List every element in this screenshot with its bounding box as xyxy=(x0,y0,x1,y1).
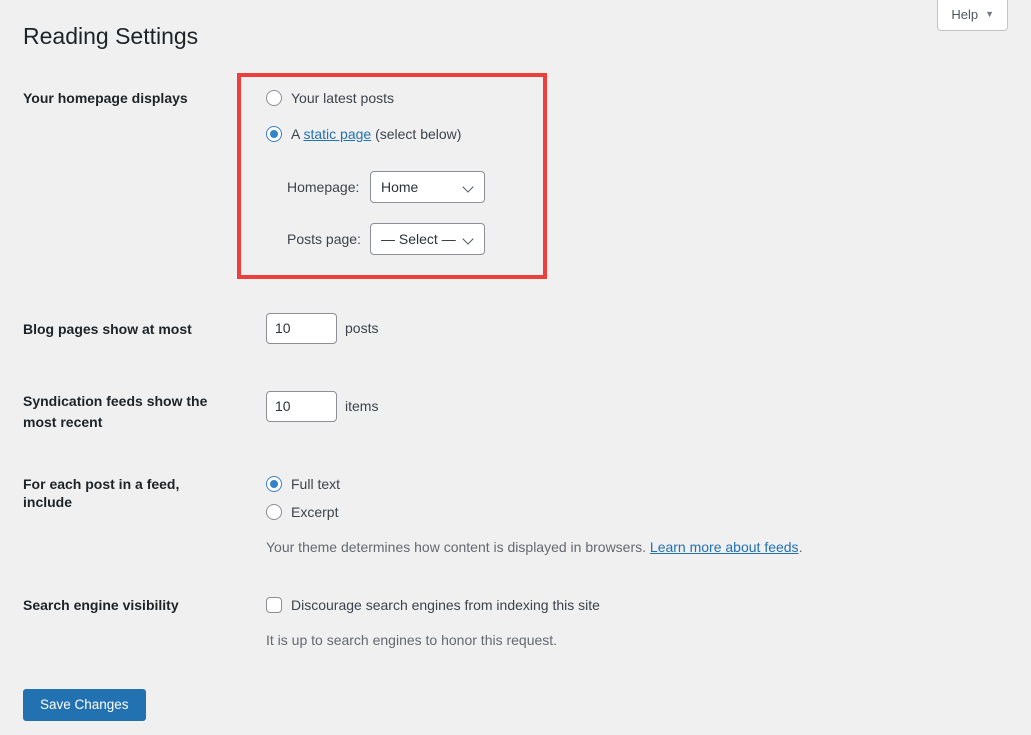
discourage-indexing-label[interactable]: Discourage search engines from indexing … xyxy=(291,596,600,614)
feed-description-text: Your theme determines how content is dis… xyxy=(266,539,650,555)
posts-page-select-row: Posts page: — Select — xyxy=(266,223,1008,255)
reading-settings-page: Help ▼ Reading Settings Your homepage di… xyxy=(0,0,1031,735)
discourage-indexing-option[interactable]: Discourage search engines from indexing … xyxy=(266,596,1008,614)
row-feed-content: For each post in a feed, include Full te… xyxy=(23,475,1008,556)
static-page-radio[interactable] xyxy=(266,126,282,142)
syndication-unit: items xyxy=(345,398,378,414)
excerpt-option-label[interactable]: Excerpt xyxy=(291,503,338,521)
save-changes-button[interactable]: Save Changes xyxy=(23,689,146,721)
page-title: Reading Settings xyxy=(23,22,1031,52)
feed-content-label: For each post in a feed, include xyxy=(23,475,228,511)
latest-posts-radio[interactable] xyxy=(266,90,282,106)
learn-more-feeds-link[interactable]: Learn more about feeds xyxy=(650,539,799,555)
search-visibility-fieldset: Discourage search engines from indexing … xyxy=(266,596,1008,649)
row-blog-pages: Blog pages show at most posts xyxy=(23,313,1008,344)
blog-pages-field: posts xyxy=(266,313,1008,344)
homepage-displays-label: Your homepage displays xyxy=(23,89,228,107)
excerpt-option[interactable]: Excerpt xyxy=(266,503,1008,521)
homepage-select-value: Home xyxy=(381,179,418,195)
homepage-select-label: Homepage: xyxy=(287,179,363,195)
syndication-label: Syndication feeds show the most recent xyxy=(23,391,228,433)
homepage-select[interactable]: Home xyxy=(370,171,485,203)
syndication-input[interactable] xyxy=(266,391,337,422)
static-page-link[interactable]: static page xyxy=(303,126,371,142)
latest-posts-option[interactable]: Your latest posts xyxy=(266,89,1008,107)
chevron-down-icon xyxy=(462,181,473,192)
static-page-option-label[interactable]: A static page (select below) xyxy=(291,125,461,143)
full-text-option[interactable]: Full text xyxy=(266,475,1008,493)
blog-pages-input[interactable] xyxy=(266,313,337,344)
row-search-visibility: Search engine visibility Discourage sear… xyxy=(23,596,1008,649)
feed-content-fieldset: Full text Excerpt Your theme determines … xyxy=(266,475,1008,556)
search-visibility-label: Search engine visibility xyxy=(23,596,228,614)
feed-description-period: . xyxy=(799,539,803,555)
search-visibility-description: It is up to search engines to honor this… xyxy=(266,631,1008,649)
settings-form: Your homepage displays Your latest posts… xyxy=(23,89,1008,649)
full-text-radio[interactable] xyxy=(266,476,282,492)
blog-pages-unit: posts xyxy=(345,320,378,336)
help-button[interactable]: Help ▼ xyxy=(937,0,1008,31)
full-text-option-label[interactable]: Full text xyxy=(291,475,340,493)
static-page-option[interactable]: A static page (select below) xyxy=(266,125,1008,143)
chevron-down-icon xyxy=(462,233,473,244)
help-button-label: Help xyxy=(951,7,978,22)
homepage-select-row: Homepage: Home xyxy=(266,171,1008,203)
posts-page-select-value: — Select — xyxy=(381,231,456,247)
row-homepage-displays: Your homepage displays Your latest posts… xyxy=(23,89,1008,255)
static-page-suffix: (select below) xyxy=(371,126,461,142)
syndication-field: items xyxy=(266,391,1008,422)
posts-page-select-label: Posts page: xyxy=(287,231,363,247)
blog-pages-label: Blog pages show at most xyxy=(23,313,228,338)
posts-page-select[interactable]: — Select — xyxy=(370,223,485,255)
chevron-down-icon: ▼ xyxy=(985,10,994,19)
static-page-prefix: A xyxy=(291,126,303,142)
row-syndication: Syndication feeds show the most recent i… xyxy=(23,391,1008,433)
excerpt-radio[interactable] xyxy=(266,504,282,520)
feed-description: Your theme determines how content is dis… xyxy=(266,538,1008,556)
homepage-displays-fieldset: Your latest posts A static page (select … xyxy=(266,89,1008,255)
latest-posts-option-label[interactable]: Your latest posts xyxy=(291,89,394,107)
discourage-indexing-checkbox[interactable] xyxy=(266,597,282,613)
